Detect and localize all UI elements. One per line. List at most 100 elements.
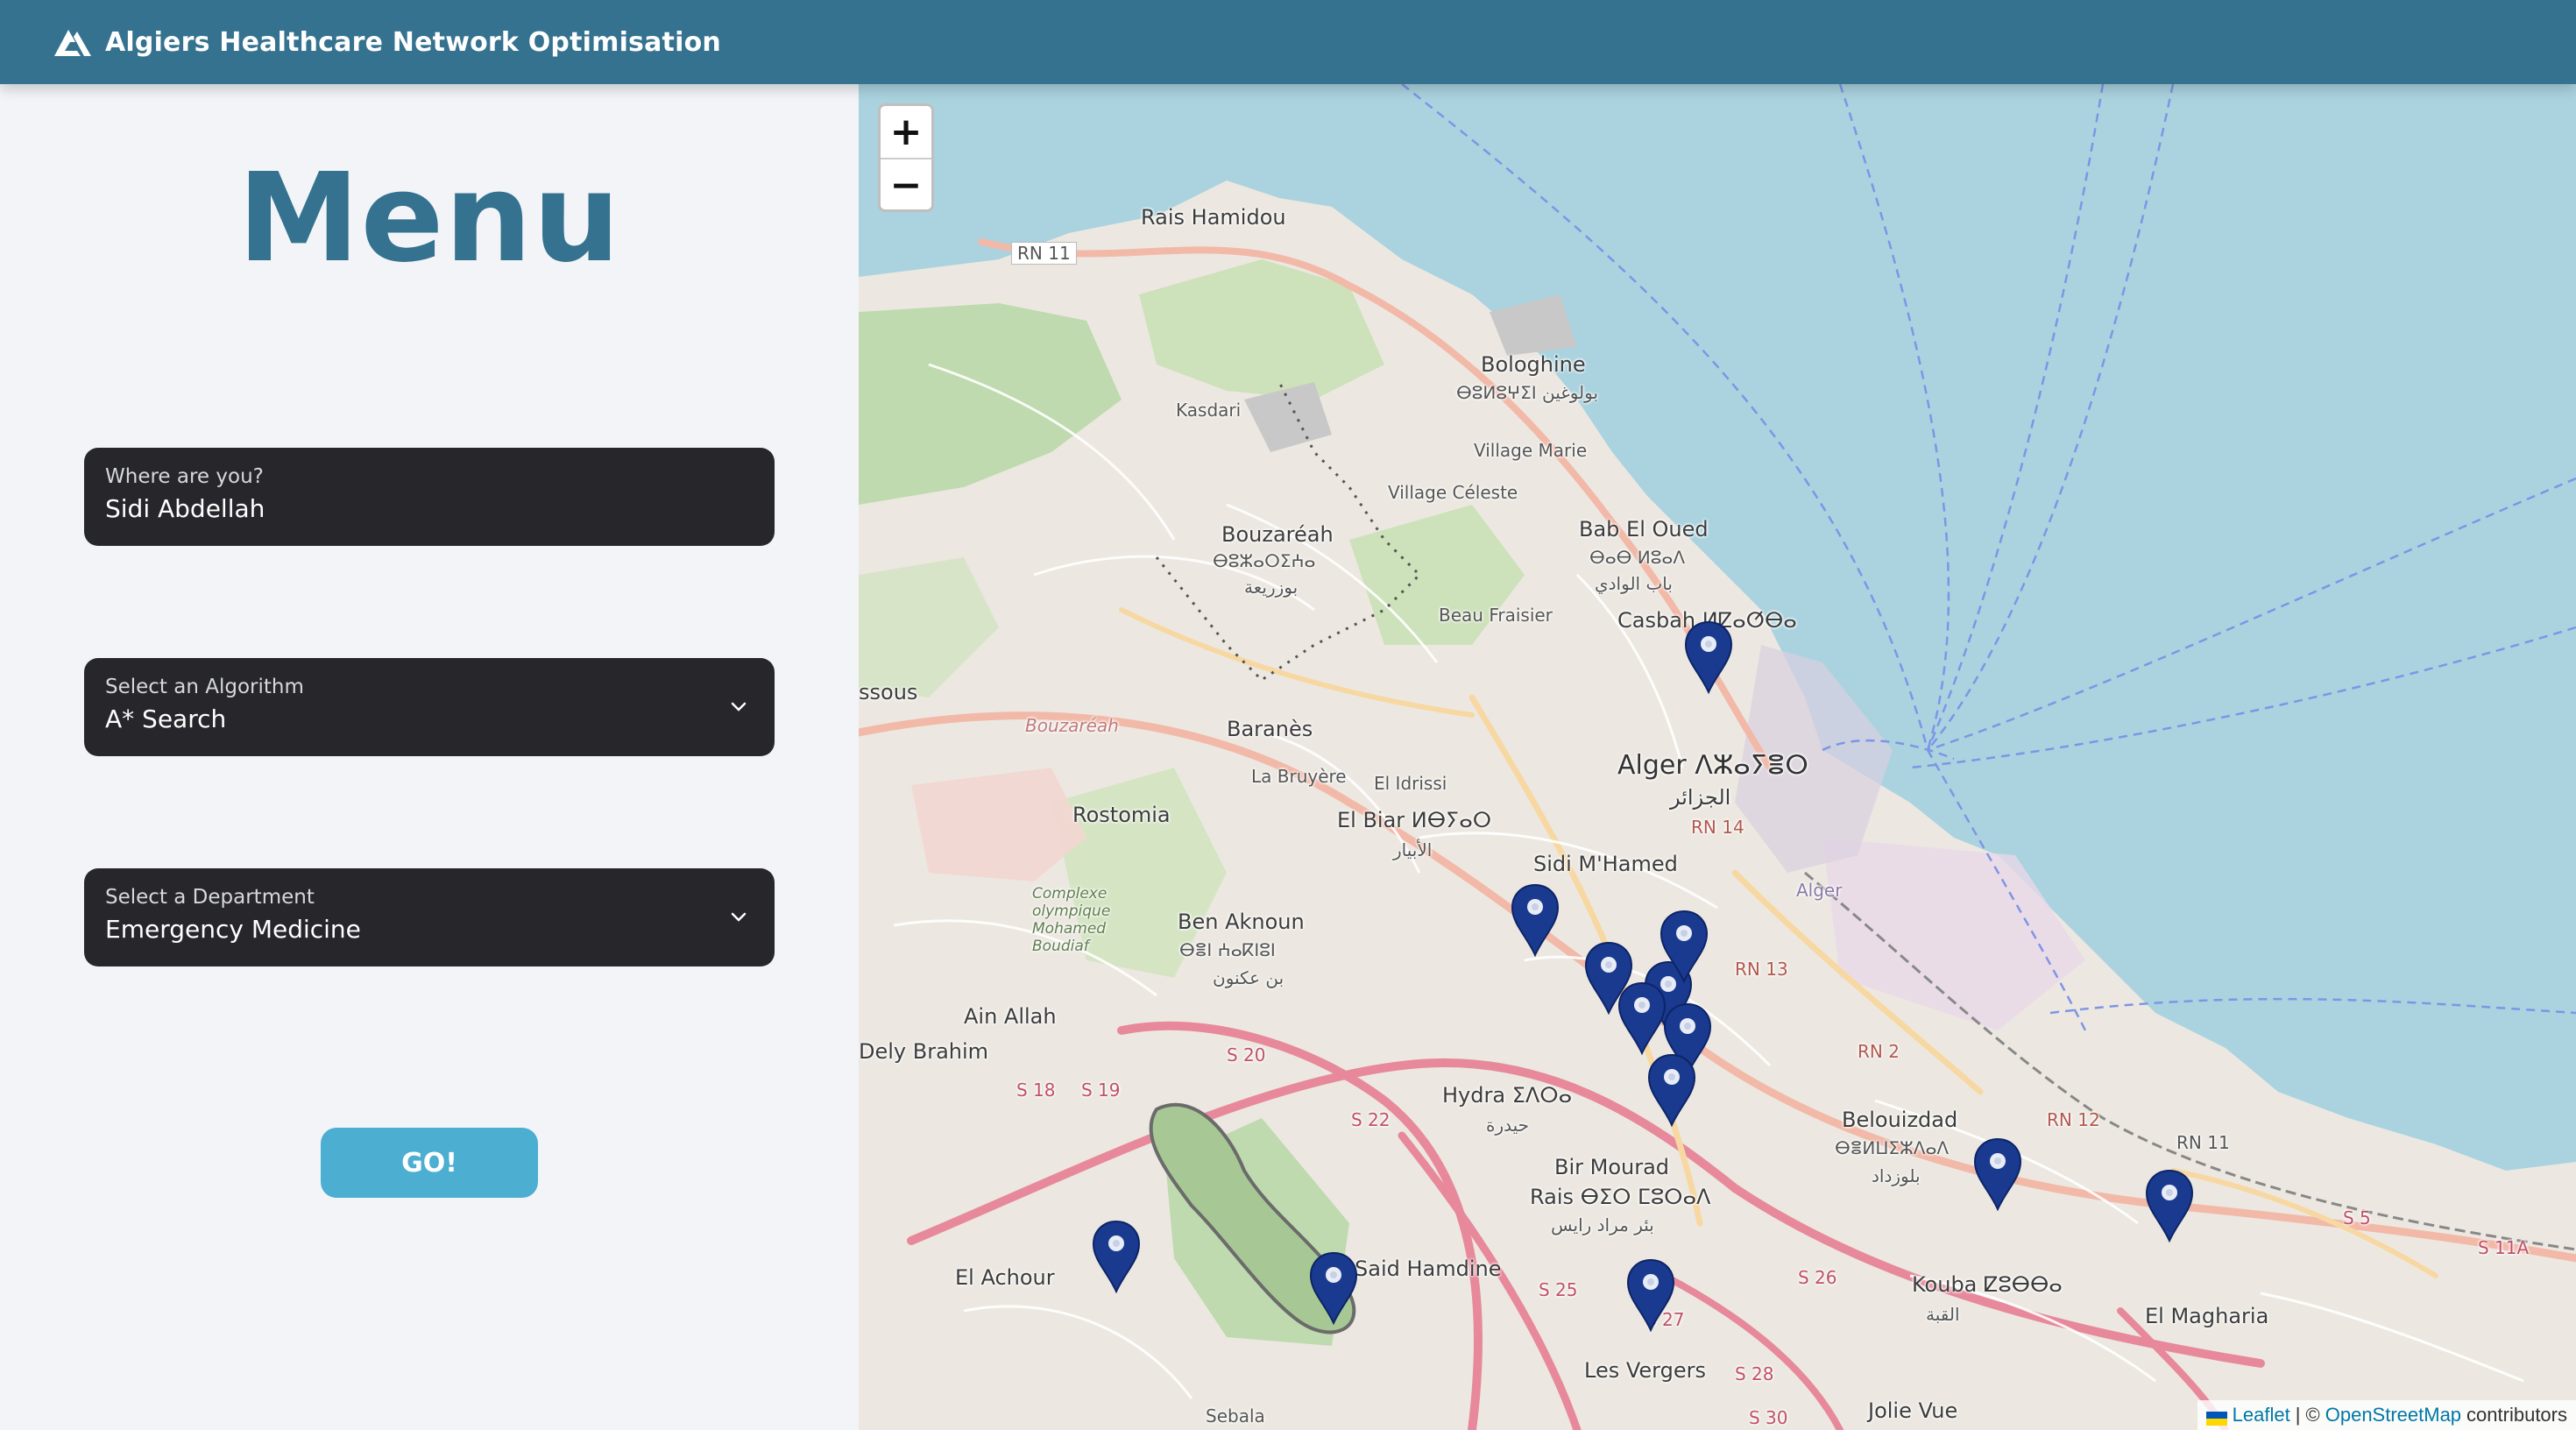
place-label: بلوزداد (1872, 1165, 1921, 1186)
app-title: Algiers Healthcare Network Optimisation (105, 26, 721, 58)
hospital-marker-icon[interactable] (1973, 1137, 2022, 1212)
road-label: RN 12 (2047, 1109, 2100, 1130)
road-label: RN 11 (2176, 1132, 2230, 1153)
place-label: ⴱⴻⵏ ⵄⴰⴽⵏⵓⵏ (1179, 939, 1276, 960)
attribution-suffix: contributors (2466, 1404, 2567, 1426)
location-field[interactable]: Where are you? (84, 448, 775, 546)
place-label: Village Céleste (1388, 482, 1518, 503)
chevron-down-icon[interactable] (729, 907, 748, 926)
road-label: RN 2 (1858, 1041, 1900, 1062)
menu-title: Menu (237, 147, 621, 290)
place-label: ssous (859, 680, 918, 704)
road-label: S 28 (1735, 1363, 1774, 1384)
department-value: Emergency Medicine (105, 915, 361, 944)
ukraine-flag-icon (2205, 1408, 2227, 1426)
place-label: El Biar ⵍⴱⵢⴰⵔ (1337, 808, 1492, 832)
road-label: S 20 (1227, 1044, 1266, 1065)
hospital-marker-icon[interactable] (1626, 1258, 1675, 1333)
zoom-control: + − (878, 103, 934, 212)
zoom-in-button[interactable]: + (881, 106, 931, 159)
place-label: حيدرة (1486, 1115, 1530, 1136)
sidebar-menu: Menu Where are you? Select an Algorithm … (0, 84, 859, 1430)
place-label: Dely Brahim (859, 1039, 989, 1064)
hospital-marker-icon[interactable] (1684, 620, 1733, 695)
openstreetmap-link[interactable]: OpenStreetMap (2325, 1404, 2461, 1426)
leaflet-link[interactable]: Leaflet (2233, 1404, 2290, 1426)
hospital-marker-icon[interactable] (1092, 1220, 1141, 1294)
road-label: S 5 (2343, 1207, 2371, 1228)
place-label: Ain Allah (964, 1004, 1057, 1029)
road-label: RN 14 (1691, 817, 1744, 838)
place-label: ⴱⴻⵍⵡⵉⵣⴷⴰⴷ (1835, 1137, 1950, 1158)
location-input[interactable] (105, 492, 718, 527)
road-label: S 26 (1798, 1267, 1837, 1288)
place-label: الأبيار (1393, 839, 1433, 860)
place-label: El Idrissi (1374, 773, 1447, 794)
zoom-out-button[interactable]: − (881, 159, 931, 209)
place-label: Alger (1796, 880, 1843, 901)
place-label: Rostomia (1072, 803, 1171, 827)
place-label: Ben Aknoun (1178, 910, 1305, 934)
place-label: Complexe olympique Mohamed Boudiaf (1032, 885, 1111, 955)
place-label: Bologhine (1481, 352, 1586, 377)
place-label: بوزريعة (1244, 577, 1299, 598)
algorithm-label: Select an Algorithm (105, 676, 304, 698)
place-label: الجزائر (1670, 785, 1731, 810)
mountain-logo-icon (54, 26, 91, 58)
place-label: Kouba ⵇⵓⴱⴱⴰ (1912, 1272, 2063, 1297)
place-label: Jolie Vue (1868, 1398, 1958, 1423)
algorithm-value: A* Search (105, 704, 227, 733)
place-label: Village Marie (1474, 440, 1588, 461)
department-label: Select a Department (105, 886, 315, 909)
place-label: Belouizdad (1842, 1108, 1958, 1132)
place-label: Rais ⴱⵉⵔ ⵎⵓⵔⴰⴷ (1530, 1185, 1711, 1209)
place-label: Les Vergers (1584, 1358, 1706, 1383)
place-label: El Achour (955, 1265, 1055, 1290)
place-label: La Bruyère (1251, 766, 1347, 787)
place-label: ⴱⵓⵍⵓⵖⵉⵏ بولوغين (1456, 382, 1599, 403)
road-label: S 22 (1351, 1109, 1391, 1130)
place-label: Bir Mourad (1554, 1155, 1670, 1179)
top-bar: Algiers Healthcare Network Optimisation (0, 0, 2576, 84)
road-label: S 18 (1016, 1080, 1056, 1101)
road-label: S 25 (1539, 1279, 1578, 1300)
attribution-separator: | © (2295, 1404, 2320, 1426)
road-label: S 30 (1749, 1407, 1788, 1428)
hospital-marker-icon[interactable] (1309, 1251, 1358, 1326)
road-label: S 19 (1081, 1080, 1121, 1101)
hospital-marker-icon[interactable] (1647, 1053, 1696, 1128)
location-label: Where are you? (105, 465, 264, 488)
place-label: Said Hamdine (1355, 1257, 1502, 1281)
place-label: بن عكنون (1213, 967, 1284, 988)
hospital-marker-icon[interactable] (2145, 1169, 2194, 1243)
place-label: ⴱⵓⵣⴰⵔⵉⵄⴰ (1213, 550, 1316, 571)
place-label: Kasdari (1176, 400, 1242, 421)
place-label: بئر مراد رايس (1551, 1214, 1654, 1235)
hospital-marker-icon[interactable] (1617, 981, 1667, 1056)
place-label: ⴱⴰⴱ ⵍⵓⴰⴷ (1589, 547, 1686, 568)
place-label: Sidi M'Hamed (1533, 852, 1678, 876)
place-label: القبة (1926, 1304, 1960, 1325)
place-label: Baranès (1227, 717, 1313, 741)
department-select[interactable]: Select a Department Emergency Medicine (84, 868, 775, 966)
place-label: Sebala (1206, 1405, 1265, 1426)
hospital-marker-icon[interactable] (1660, 910, 1709, 984)
chevron-down-icon[interactable] (729, 697, 748, 716)
place-label: Bouzaréah (1025, 715, 1119, 736)
place-label: Alger ⴷⵣⴰⵢⴻⵔ (1617, 750, 1808, 781)
go-button[interactable]: GO! (321, 1128, 538, 1198)
hospital-marker-icon[interactable] (1511, 883, 1560, 958)
place-label: Bab El Oued (1579, 517, 1709, 542)
road-label: S 11A (2478, 1237, 2530, 1258)
road-label: RN 11 (1011, 242, 1077, 265)
place-label: Beau Fraisier (1439, 605, 1553, 626)
place-label: Bouzaréah (1221, 522, 1334, 547)
place-label: El Magharia (2145, 1304, 2269, 1328)
map-view[interactable]: Rais Hamidou Bologhine ⴱⵓⵍⵓⵖⵉⵏ بولوغين V… (859, 84, 2576, 1430)
place-label: Hydra ⵉⴷⵔⴰ (1442, 1083, 1573, 1108)
place-label: باب الوادي (1595, 573, 1673, 594)
map-attribution: Leaflet | © OpenStreetMap contributors (2197, 1400, 2576, 1430)
place-label: Rais Hamidou (1141, 205, 1286, 230)
road-label: RN 13 (1735, 959, 1788, 980)
algorithm-select[interactable]: Select an Algorithm A* Search (84, 658, 775, 756)
